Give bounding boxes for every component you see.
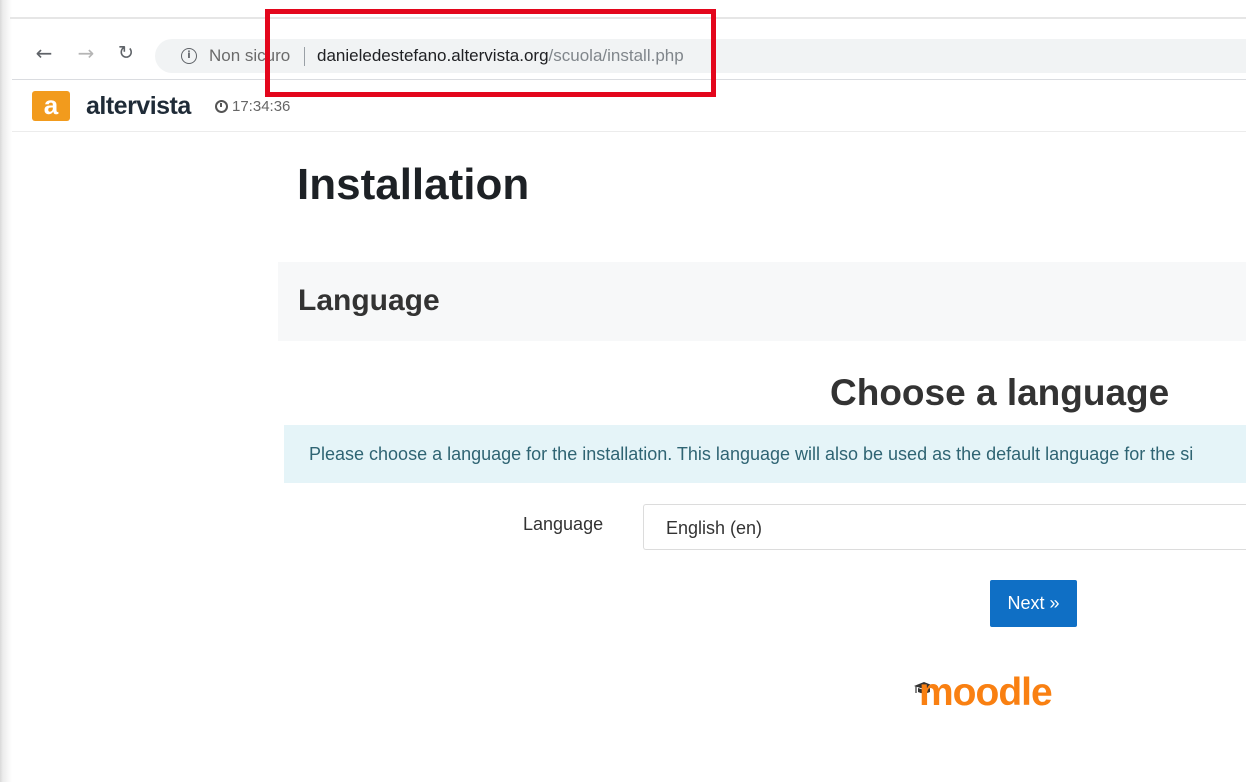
clock-time: 17:34:36: [232, 98, 291, 115]
moodle-logo: moodle: [913, 671, 1063, 721]
section-title: Language: [298, 284, 440, 317]
info-notice-text: Please choose a language for the install…: [309, 444, 1194, 464]
altervista-name[interactable]: altervista: [86, 92, 191, 121]
choose-language-heading: Choose a language: [830, 372, 1170, 413]
moodle-logo-text: moodle: [919, 671, 1053, 714]
info-notice: Please choose a language for the install…: [284, 425, 1246, 483]
forward-arrow-icon[interactable]: →: [74, 41, 98, 65]
url-highlight-box: [265, 9, 716, 97]
page-title: Installation: [297, 160, 530, 209]
clock-icon: [215, 100, 228, 113]
language-select[interactable]: English (en): [643, 504, 1246, 550]
language-label: Language: [523, 514, 604, 534]
window-edge: [0, 0, 12, 782]
next-button[interactable]: Next »: [990, 580, 1077, 627]
altervista-clock: 17:34:36: [215, 98, 290, 115]
language-select-value: English (en): [666, 518, 763, 538]
section-header: Language: [278, 262, 1246, 341]
reload-icon[interactable]: ↻: [114, 41, 138, 65]
info-icon[interactable]: i: [181, 48, 197, 64]
back-arrow-icon[interactable]: ←: [32, 41, 56, 65]
altervista-logo[interactable]: a: [32, 91, 70, 121]
